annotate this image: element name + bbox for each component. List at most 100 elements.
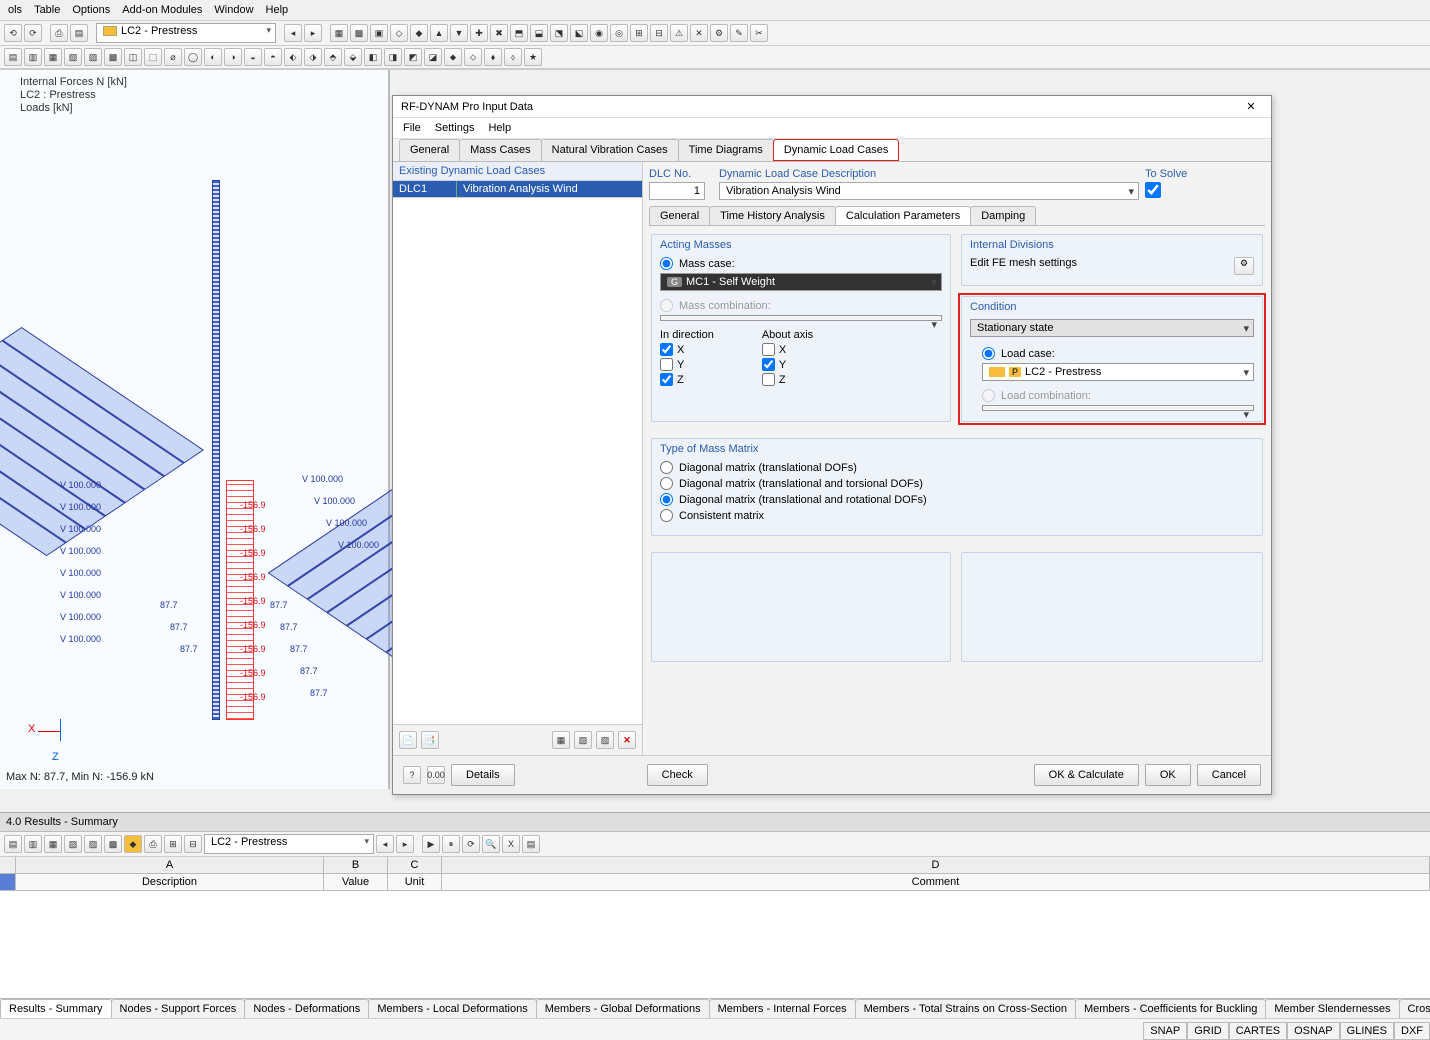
- tb-icon[interactable]: ▩: [104, 48, 122, 66]
- status-dxf[interactable]: DXF: [1394, 1022, 1430, 1040]
- tb-icon[interactable]: ▣: [370, 24, 388, 42]
- nav-first-icon[interactable]: ◂: [284, 24, 302, 42]
- cond-loadcase-radio[interactable]: [982, 347, 995, 360]
- nav-prev-icon[interactable]: ◂: [376, 835, 394, 853]
- tb-icon[interactable]: ◇: [390, 24, 408, 42]
- tb-icon[interactable]: ◪: [424, 48, 442, 66]
- tb-print-icon[interactable]: ⎙: [50, 24, 68, 42]
- axis-x-checkbox[interactable]: [762, 343, 775, 356]
- tb-icon[interactable]: ✕: [690, 24, 708, 42]
- tb-icon[interactable]: ⬔: [550, 24, 568, 42]
- rt-icon[interactable]: ⊟: [184, 835, 202, 853]
- tb-icon[interactable]: ◓: [264, 48, 282, 66]
- rt-icon[interactable]: ▩: [104, 835, 122, 853]
- tb-icon[interactable]: ⬓: [530, 24, 548, 42]
- tb-icon[interactable]: ◆: [410, 24, 428, 42]
- dialog-tabs[interactable]: General Mass Cases Natural Vibration Cas…: [393, 139, 1271, 162]
- tb-icon[interactable]: ▦: [44, 48, 62, 66]
- tb-icon[interactable]: ⬘: [324, 48, 342, 66]
- rt-icon[interactable]: ◆: [124, 835, 142, 853]
- rt-icon[interactable]: ▤: [4, 835, 22, 853]
- rtab[interactable]: Members - Coefficients for Buckling: [1075, 999, 1266, 1018]
- axis-z-checkbox[interactable]: [762, 373, 775, 386]
- rt-icon[interactable]: ▥: [24, 835, 42, 853]
- rt-icon[interactable]: ▶: [422, 835, 440, 853]
- ok-calculate-button[interactable]: OK & Calculate: [1034, 764, 1139, 786]
- tb-icon[interactable]: ◉: [590, 24, 608, 42]
- subtabs[interactable]: General Time History Analysis Calculatio…: [649, 206, 1265, 226]
- tb-icon[interactable]: ⬕: [570, 24, 588, 42]
- tb-icon[interactable]: ◫: [124, 48, 142, 66]
- rt-excel-icon[interactable]: X: [502, 835, 520, 853]
- mm-opt4-radio[interactable]: [660, 509, 673, 522]
- copy-dlc-icon[interactable]: 📑: [421, 731, 439, 749]
- tb-icon[interactable]: ⬧: [484, 48, 502, 66]
- tab-timediag[interactable]: Time Diagrams: [678, 139, 774, 161]
- rtab[interactable]: Nodes - Support Forces: [111, 999, 246, 1018]
- menu-item[interactable]: Window: [214, 4, 253, 16]
- tb-icon[interactable]: ◯: [184, 48, 202, 66]
- tb-icon[interactable]: ⬚: [144, 48, 162, 66]
- masscase-select[interactable]: GMC1 - Self Weight: [660, 273, 942, 291]
- tb-icon[interactable]: ⚙: [710, 24, 728, 42]
- tb-icon[interactable]: ◑: [224, 48, 242, 66]
- tb-icon[interactable]: ▼: [450, 24, 468, 42]
- menu-item[interactable]: ols: [8, 4, 22, 16]
- tb-icon[interactable]: ◒: [244, 48, 262, 66]
- dir-y-checkbox[interactable]: [660, 358, 673, 371]
- axis-y-checkbox[interactable]: [762, 358, 775, 371]
- tab-dlc[interactable]: Dynamic Load Cases: [773, 139, 900, 161]
- dlg-menu-item[interactable]: File: [403, 122, 421, 134]
- rt-icon[interactable]: ▦: [44, 835, 62, 853]
- tb-icon[interactable]: ▤: [4, 48, 22, 66]
- tab-general[interactable]: General: [399, 139, 460, 161]
- tb-icon[interactable]: ▦: [330, 24, 348, 42]
- menu-item[interactable]: Add-on Modules: [122, 4, 202, 16]
- rt-icon[interactable]: ⎙: [144, 835, 162, 853]
- rtab[interactable]: Members - Local Deformations: [368, 999, 536, 1018]
- tb-icon[interactable]: ▥: [24, 48, 42, 66]
- dir-x-checkbox[interactable]: [660, 343, 673, 356]
- details-button[interactable]: Details: [451, 764, 515, 786]
- rt-icon[interactable]: ⟳: [462, 835, 480, 853]
- tb-icon[interactable]: ✂: [750, 24, 768, 42]
- cancel-button[interactable]: Cancel: [1197, 764, 1261, 786]
- dir-z-checkbox[interactable]: [660, 373, 673, 386]
- tb-icon[interactable]: ◨: [384, 48, 402, 66]
- tb-icon[interactable]: ◐: [204, 48, 222, 66]
- tb-icon[interactable]: ✎: [730, 24, 748, 42]
- tab-masscases[interactable]: Mass Cases: [459, 139, 542, 161]
- tb-icon[interactable]: ▨: [84, 48, 102, 66]
- tb-icon[interactable]: ◎: [610, 24, 628, 42]
- tb-icon[interactable]: ⌀: [164, 48, 182, 66]
- tb-icon[interactable]: ⬖: [284, 48, 302, 66]
- dialog-menubar[interactable]: File Settings Help: [393, 118, 1271, 139]
- dlg-menu-item[interactable]: Help: [488, 122, 511, 134]
- tb-icon[interactable]: ⚠: [670, 24, 688, 42]
- tb-icon[interactable]: ▩: [350, 24, 368, 42]
- check-button[interactable]: Check: [647, 764, 708, 786]
- tb-undo-icon[interactable]: ⟲: [4, 24, 22, 42]
- tb-icon[interactable]: ⬙: [344, 48, 362, 66]
- condition-state-select[interactable]: Stationary state: [970, 319, 1254, 337]
- dlg-menu-item[interactable]: Settings: [435, 122, 475, 134]
- results-lc-select[interactable]: LC2 - Prestress: [204, 834, 374, 854]
- ok-button[interactable]: OK: [1145, 764, 1191, 786]
- dlcdesc-select[interactable]: Vibration Analysis Wind: [719, 182, 1139, 200]
- tb-icon[interactable]: ⊟: [650, 24, 668, 42]
- cond-loadcase-select[interactable]: PLC2 - Prestress: [982, 363, 1254, 381]
- tb-icon[interactable]: ⊞: [630, 24, 648, 42]
- tb-redo-icon[interactable]: ⟳: [24, 24, 42, 42]
- mm-opt1-radio[interactable]: [660, 461, 673, 474]
- toggle-3-icon[interactable]: ▨: [596, 731, 614, 749]
- tb-icon[interactable]: ▧: [64, 48, 82, 66]
- tb-icon[interactable]: ✖: [490, 24, 508, 42]
- tb-icon[interactable]: ⬨: [504, 48, 522, 66]
- rt-icon[interactable]: ▤: [522, 835, 540, 853]
- menu-item[interactable]: Table: [34, 4, 60, 16]
- menu-item[interactable]: Help: [266, 4, 289, 16]
- mm-opt2-radio[interactable]: [660, 477, 673, 490]
- dlc-row[interactable]: DLC1 Vibration Analysis Wind: [393, 181, 642, 197]
- toggle-2-icon[interactable]: ▧: [574, 731, 592, 749]
- subtab-calcparams[interactable]: Calculation Parameters: [835, 206, 971, 225]
